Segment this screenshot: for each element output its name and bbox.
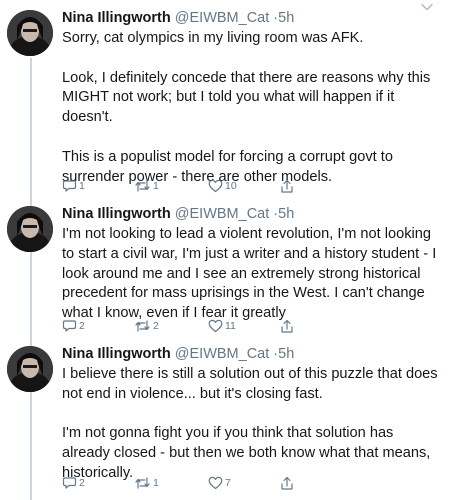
- author-handle[interactable]: @EIWBM_Cat: [175, 10, 269, 26]
- tweet-actions: 2 1 7: [62, 474, 362, 492]
- author-handle[interactable]: @EIWBM_Cat: [175, 206, 269, 222]
- user-avatar[interactable]: [7, 206, 53, 252]
- retweet-button[interactable]: 2: [134, 317, 159, 335]
- retweet-icon: [135, 477, 150, 489]
- tweet-time[interactable]: 5h: [278, 346, 294, 362]
- reply-count: 2: [79, 320, 85, 332]
- reply-icon: [62, 477, 77, 489]
- retweet-button[interactable]: 1: [134, 474, 159, 492]
- retweet-count: 2: [153, 320, 159, 332]
- tweet-paragraph: Look, I definitely concede that there ar…: [62, 69, 435, 126]
- like-count: 7: [225, 477, 231, 489]
- share-icon: [281, 319, 293, 333]
- tweet-header: Nina Illingworth @EIWBM_Cat ·5h: [62, 8, 442, 28]
- tweet[interactable]: Nina Illingworth @EIWBM_Cat ·5h I'm not …: [0, 196, 455, 340]
- like-count: 11: [225, 320, 236, 332]
- tweet[interactable]: Nina Illingworth @EIWBM_Cat ·5h I believ…: [0, 336, 455, 500]
- reply-icon: [62, 320, 77, 332]
- retweet-icon: [135, 320, 150, 332]
- tweet-actions: 2 2 11: [62, 317, 362, 335]
- author-handle[interactable]: @EIWBM_Cat: [175, 346, 269, 362]
- tweet-paragraph: I'm not looking to lead a violent revolu…: [62, 226, 441, 322]
- retweet-count: 1: [153, 180, 159, 192]
- user-avatar[interactable]: [7, 346, 53, 392]
- reply-button[interactable]: 2: [62, 474, 85, 492]
- like-button[interactable]: 11: [208, 317, 236, 335]
- reply-icon: [62, 180, 77, 192]
- chevron-down-icon: [421, 3, 433, 11]
- heart-icon: [208, 319, 223, 333]
- share-button[interactable]: [280, 177, 294, 195]
- share-button[interactable]: [280, 317, 294, 335]
- retweet-icon: [135, 180, 150, 192]
- author-name[interactable]: Nina Illingworth: [62, 206, 171, 222]
- retweet-count: 1: [153, 477, 159, 489]
- tweet-actions: 1 1 10: [62, 177, 362, 195]
- tweet-menu-button[interactable]: [420, 2, 434, 14]
- share-button[interactable]: [280, 474, 294, 492]
- avatar-image: [7, 206, 53, 252]
- tweet-paragraph: I believe there is still a solution out …: [62, 366, 442, 402]
- tweet-body: Sorry, cat olympics in my living room wa…: [62, 29, 442, 187]
- retweet-button[interactable]: 1: [134, 177, 159, 195]
- tweet-header: Nina Illingworth @EIWBM_Cat ·5h: [62, 344, 442, 364]
- tweet[interactable]: Nina Illingworth @EIWBM_Cat ·5h Sorry, c…: [0, 0, 455, 200]
- heart-icon: [208, 476, 223, 490]
- reply-count: 2: [79, 477, 85, 489]
- reply-button[interactable]: 2: [62, 317, 85, 335]
- avatar-image: [7, 346, 53, 392]
- reply-count: 1: [79, 180, 85, 192]
- avatar-image: [7, 10, 53, 56]
- author-name[interactable]: Nina Illingworth: [62, 346, 171, 362]
- like-button[interactable]: 10: [208, 177, 237, 195]
- tweet-header: Nina Illingworth @EIWBM_Cat ·5h: [62, 204, 442, 224]
- tweet-time[interactable]: 5h: [278, 206, 294, 222]
- tweet-time[interactable]: 5h: [278, 10, 294, 26]
- like-button[interactable]: 7: [208, 474, 231, 492]
- reply-button[interactable]: 1: [62, 177, 85, 195]
- tweet-body: I believe there is still a solution out …: [62, 365, 442, 484]
- user-avatar[interactable]: [7, 10, 53, 56]
- share-icon: [281, 476, 293, 490]
- tweet-paragraph: Sorry, cat olympics in my living room wa…: [62, 30, 364, 46]
- heart-icon: [208, 179, 223, 193]
- like-count: 10: [225, 180, 237, 192]
- author-name[interactable]: Nina Illingworth: [62, 10, 171, 26]
- share-icon: [281, 179, 293, 193]
- tweet-body: I'm not looking to lead a violent revolu…: [62, 225, 442, 324]
